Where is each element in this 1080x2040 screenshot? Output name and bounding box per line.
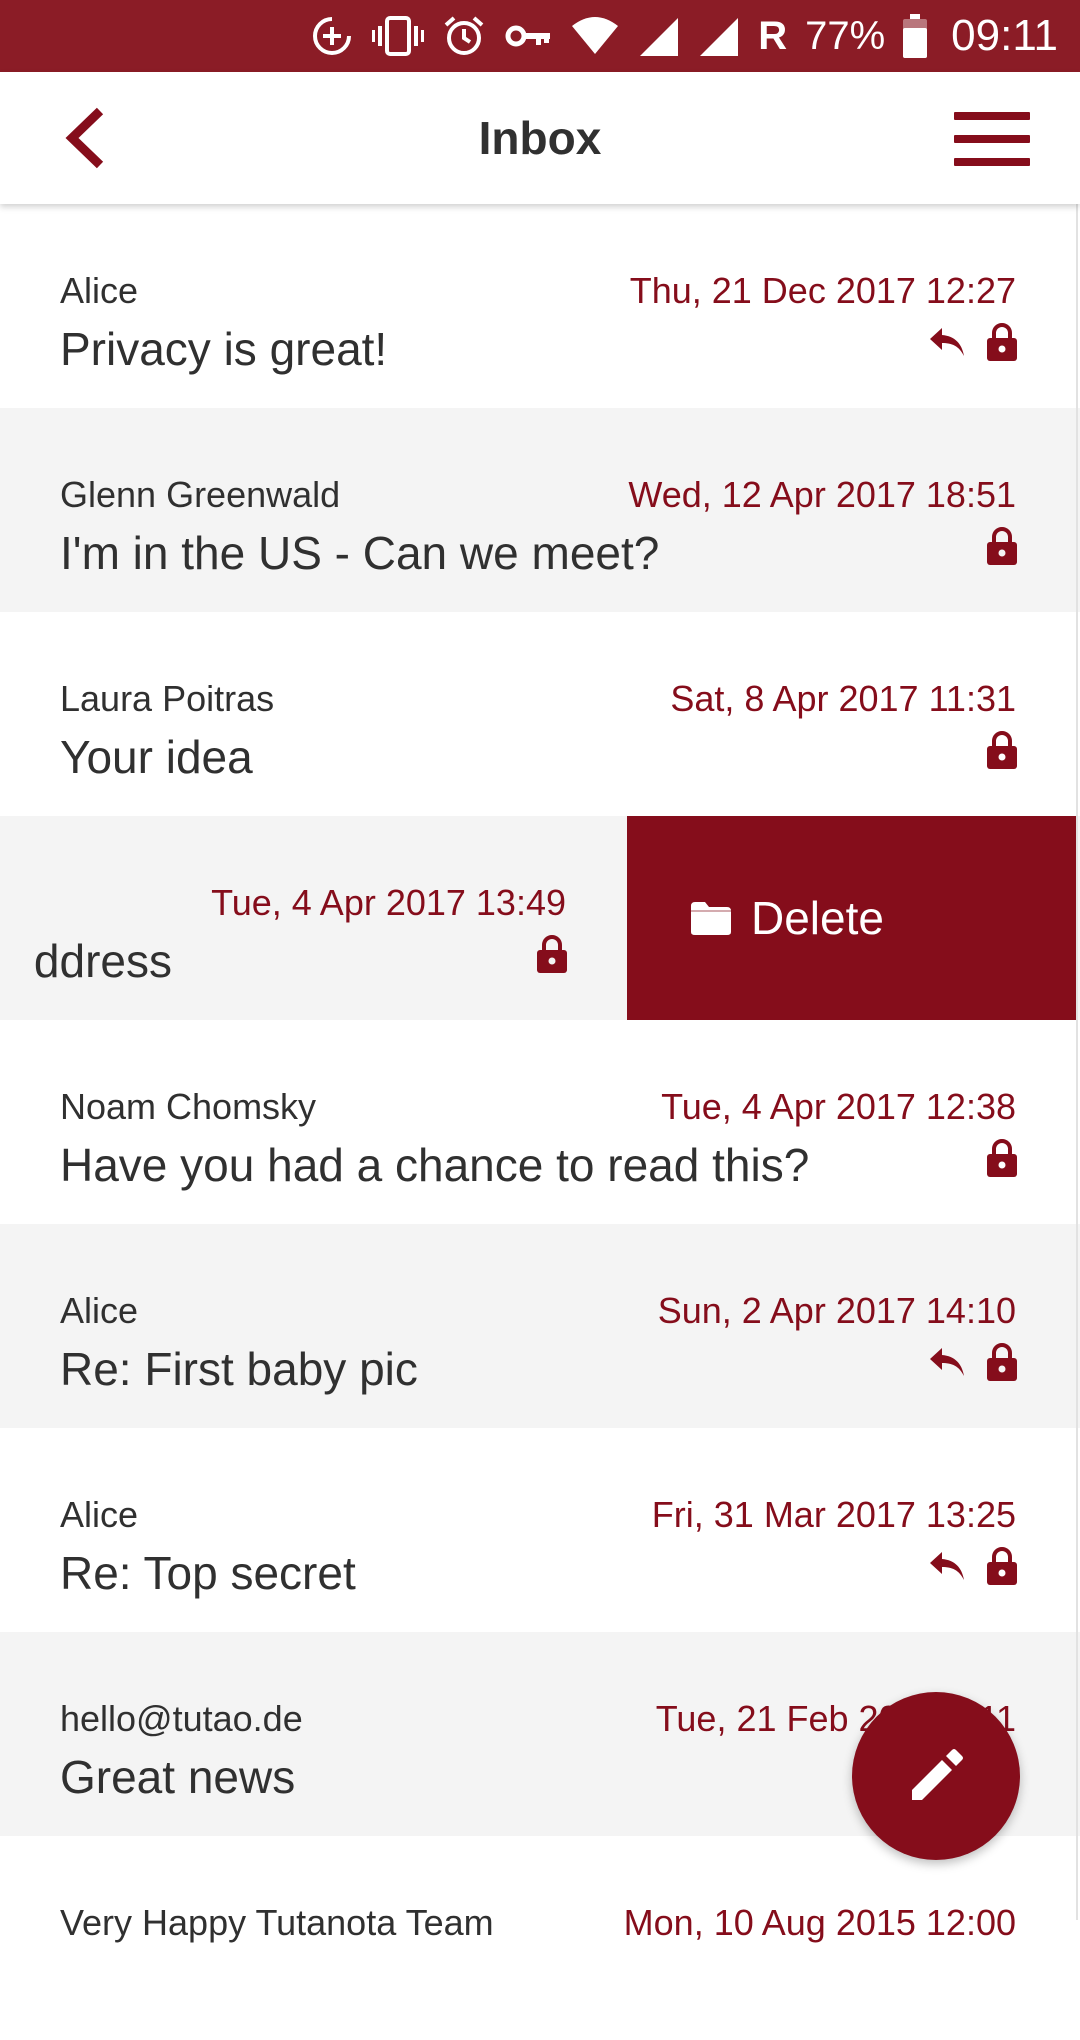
mail-date: Tue, 4 Apr 2017 13:49: [211, 882, 566, 923]
mail-subject: ddress: [33, 935, 172, 987]
signal-icon: [638, 14, 680, 58]
scrollbar-track: [1076, 204, 1078, 1920]
delete-button[interactable]: Delete: [627, 816, 1077, 1020]
hamburger-menu-icon[interactable]: [954, 112, 1030, 166]
vibrate-icon: [372, 14, 425, 58]
list-item[interactable]: Noam Chomsky Have you had a chance to re…: [0, 1020, 1080, 1224]
alarm-icon: [442, 14, 486, 58]
list-item[interactable]: Alice Privacy is great! Thu, 21 Dec 2017…: [0, 204, 1080, 408]
mail-sender: Alice: [60, 1494, 139, 1535]
data-saver-icon: [310, 14, 354, 58]
mail-sender: Alice: [60, 270, 139, 311]
folder-icon: [691, 902, 731, 935]
mail-subject: Re: First baby pic: [60, 1343, 418, 1395]
list-item[interactable]: Alice Re: First baby pic Sun, 2 Apr 2017…: [0, 1224, 1080, 1428]
mail-subject: Re: Top secret: [60, 1547, 356, 1599]
mail-date: Mon, 10 Aug 2015 12:00: [623, 1902, 1016, 1943]
mail-date: Wed, 12 Apr 2017 18:51: [628, 474, 1016, 515]
mail-sender: Alice: [60, 1290, 139, 1331]
mail-date: Sun, 2 Apr 2017 14:10: [657, 1290, 1016, 1331]
lock-icon: [987, 527, 1017, 565]
list-item[interactable]: Glenn Greenwald I'm in the US - Can we m…: [0, 408, 1080, 612]
list-item[interactable]: Very Happy Tutanota Team Mon, 10 Aug 201…: [0, 1836, 1080, 2040]
lock-icon: [987, 1547, 1017, 1585]
reply-icon: [930, 328, 964, 356]
list-item-swiped[interactable]: ddress Tue, 4 Apr 2017 13:49 Delete: [0, 816, 1080, 1020]
mail-date: Thu, 21 Dec 2017 12:27: [629, 270, 1016, 311]
lock-icon: [987, 1139, 1017, 1177]
battery-percentage: 77%: [805, 13, 886, 58]
mail-subject: Privacy is great!: [60, 323, 388, 375]
mail-subject: I'm in the US - Can we meet?: [60, 527, 660, 579]
clock: 09:11: [951, 11, 1058, 60]
signal-icon: [698, 14, 740, 58]
pencil-icon: [912, 1749, 963, 1800]
mail-subject: Have you had a chance to read this?: [60, 1139, 810, 1191]
mail-sender: Glenn Greenwald: [60, 474, 341, 515]
vpn-key-icon: [504, 14, 552, 58]
compose-button[interactable]: [852, 1692, 1020, 1860]
delete-label: Delete: [751, 892, 884, 944]
mail-date: Fri, 31 Mar 2017 13:25: [651, 1494, 1016, 1535]
reply-icon: [930, 1348, 964, 1376]
mail-subject: Great news: [60, 1751, 296, 1803]
lock-icon: [537, 935, 567, 973]
mail-sender: Very Happy Tutanota Team: [60, 1902, 494, 1943]
swiped-mail-content[interactable]: ddress Tue, 4 Apr 2017 13:49: [0, 816, 630, 1020]
roaming-indicator: R: [758, 13, 788, 58]
mail-subject: Your idea: [60, 731, 253, 783]
list-item[interactable]: Laura Poitras Your idea Sat, 8 Apr 2017 …: [0, 612, 1080, 816]
wifi-icon: [570, 14, 620, 58]
status-bar: R 77% 09:11: [0, 0, 1080, 72]
mail-date: Sat, 8 Apr 2017 11:31: [670, 678, 1016, 719]
mail-date: Tue, 4 Apr 2017 12:38: [661, 1086, 1016, 1127]
lock-icon: [987, 323, 1017, 361]
mail-sender: hello@tutao.de: [60, 1698, 303, 1739]
list-item[interactable]: Alice Re: Top secret Fri, 31 Mar 2017 13…: [0, 1428, 1080, 1632]
page-title: Inbox: [478, 112, 602, 164]
lock-icon: [987, 731, 1017, 769]
mail-sender: Noam Chomsky: [60, 1086, 317, 1127]
battery-icon: [903, 14, 928, 58]
app-header: Inbox: [0, 72, 1080, 204]
mail-sender: Laura Poitras: [60, 678, 275, 719]
lock-icon: [987, 1343, 1017, 1381]
reply-icon: [930, 1552, 964, 1580]
